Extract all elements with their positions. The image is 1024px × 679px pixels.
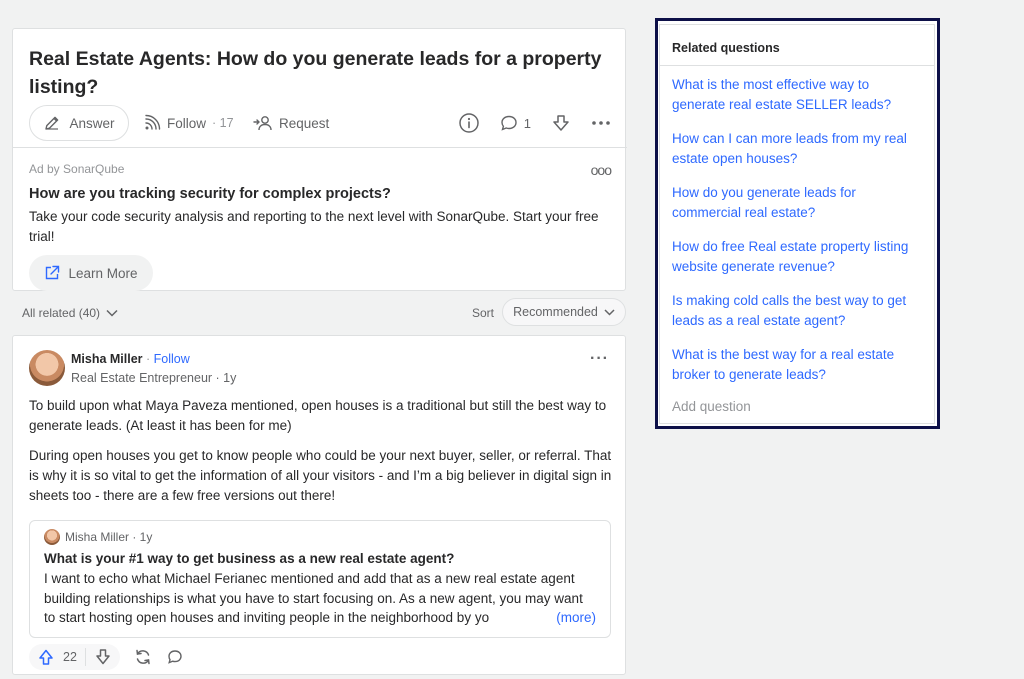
answer-more-icon[interactable]: ···	[590, 350, 609, 368]
related-questions-title: Related questions	[672, 41, 780, 55]
ad-sponsor: Ad by SonarQube	[29, 162, 125, 176]
answer-body: To build upon what Maya Paveza mentioned…	[29, 396, 613, 516]
quote-avatar	[44, 529, 60, 545]
sort-dropdown[interactable]: Recommended	[502, 298, 626, 326]
answer-action-bar: 22	[29, 644, 184, 670]
quote-more-link[interactable]: (more)	[552, 608, 596, 628]
share-icon[interactable]	[134, 648, 152, 666]
add-question-link[interactable]: Add question	[672, 399, 751, 414]
related-question-link[interactable]: How can I can more leads from my real es…	[672, 129, 922, 169]
upvote-count: 22	[63, 650, 77, 664]
question-card: Real Estate Agents: How do you generate …	[12, 28, 627, 292]
vote-pill: 22	[29, 644, 120, 670]
comment-icon	[500, 114, 518, 132]
comment-button[interactable]: 1	[500, 114, 531, 132]
pencil-icon	[43, 114, 61, 132]
related-question-link[interactable]: How do free Real estate property listing…	[672, 237, 922, 277]
answer-card: Misha Miller · Follow Real Estate Entrep…	[12, 335, 626, 675]
answer-button[interactable]: Answer	[29, 105, 129, 141]
quoted-answer[interactable]: Misha Miller · 1y What is your #1 way to…	[29, 520, 611, 638]
answer-paragraph: During open houses you get to know peopl…	[29, 448, 612, 503]
sort-label: Sort	[471, 306, 494, 320]
related-question-link[interactable]: What is the most effective way to genera…	[672, 75, 922, 115]
separator-dot: ·	[142, 352, 154, 366]
follow-count: · 17	[212, 116, 234, 130]
upvote-icon	[37, 648, 55, 666]
author-line: Misha Miller · Follow	[71, 352, 190, 366]
answer-paragraph: To build upon what Maya Paveza mentioned…	[29, 398, 607, 433]
ad-section: Ad by SonarQube ooo How are you tracking…	[13, 147, 627, 292]
follow-label: Follow	[167, 115, 207, 131]
chevron-down-icon	[106, 309, 118, 317]
avatar[interactable]	[29, 350, 65, 386]
follow-author-link[interactable]: Follow	[154, 352, 190, 366]
question-actions: Answer Follow · 17 Request 1	[29, 105, 611, 141]
quote-author: Misha Miller · 1y	[65, 530, 153, 544]
related-question-link[interactable]: What is the best way for a real estate b…	[672, 345, 922, 385]
author-credential[interactable]: Real Estate Entrepreneur · 1y	[71, 371, 236, 385]
info-icon[interactable]	[458, 112, 480, 134]
sort-value: Recommended	[513, 305, 598, 319]
divider	[660, 65, 934, 66]
all-related-dropdown[interactable]: All related (40)	[22, 306, 118, 320]
quote-text-body: I want to echo what Michael Ferianec men…	[44, 571, 583, 625]
follow-question-button[interactable]: Follow · 17	[143, 105, 234, 141]
author-name[interactable]: Misha Miller	[71, 352, 143, 366]
ad-title[interactable]: How are you tracking security for comple…	[29, 186, 611, 202]
related-question-link[interactable]: How do you generate leads for commercial…	[672, 183, 922, 223]
ad-text: Take your code security analysis and rep…	[29, 209, 599, 244]
all-related-label: All related (40)	[22, 306, 101, 320]
downvote-question-icon[interactable]	[551, 113, 571, 133]
downvote-icon[interactable]	[94, 648, 112, 666]
related-questions-box: Related questions What is the most effec…	[659, 24, 935, 424]
ad-more-icon[interactable]: ooo	[591, 162, 612, 178]
comment-count: 1	[523, 115, 531, 131]
question-secondary-actions: 1	[458, 105, 611, 141]
question-title[interactable]: Real Estate Agents: How do you generate …	[29, 45, 609, 101]
request-button[interactable]: Request	[253, 105, 329, 141]
comment-icon[interactable]	[166, 648, 184, 666]
chevron-down-icon	[604, 308, 615, 316]
request-label: Request	[279, 115, 330, 131]
related-questions-panel: Related questions What is the most effec…	[655, 18, 940, 429]
vote-divider	[84, 648, 86, 666]
related-question-link[interactable]: Is making cold calls the best way to get…	[672, 291, 922, 331]
quote-header: Misha Miller · 1y	[44, 529, 596, 545]
answers-filter-bar: All related (40) Sort Recommended	[22, 298, 626, 328]
follow-icon	[143, 114, 161, 132]
external-link-icon	[44, 265, 60, 281]
quote-title[interactable]: What is your #1 way to get business as a…	[44, 551, 596, 566]
learn-more-button[interactable]: Learn More	[29, 255, 153, 291]
quote-text: I want to echo what Michael Ferianec men…	[44, 569, 596, 628]
related-questions-list: What is the most effective way to genera…	[672, 75, 922, 399]
answer-label: Answer	[69, 115, 115, 131]
upvote-button[interactable]: 22	[37, 648, 77, 666]
more-options-icon[interactable]	[591, 120, 611, 126]
learn-more-label: Learn More	[68, 265, 138, 281]
request-icon	[253, 114, 273, 132]
